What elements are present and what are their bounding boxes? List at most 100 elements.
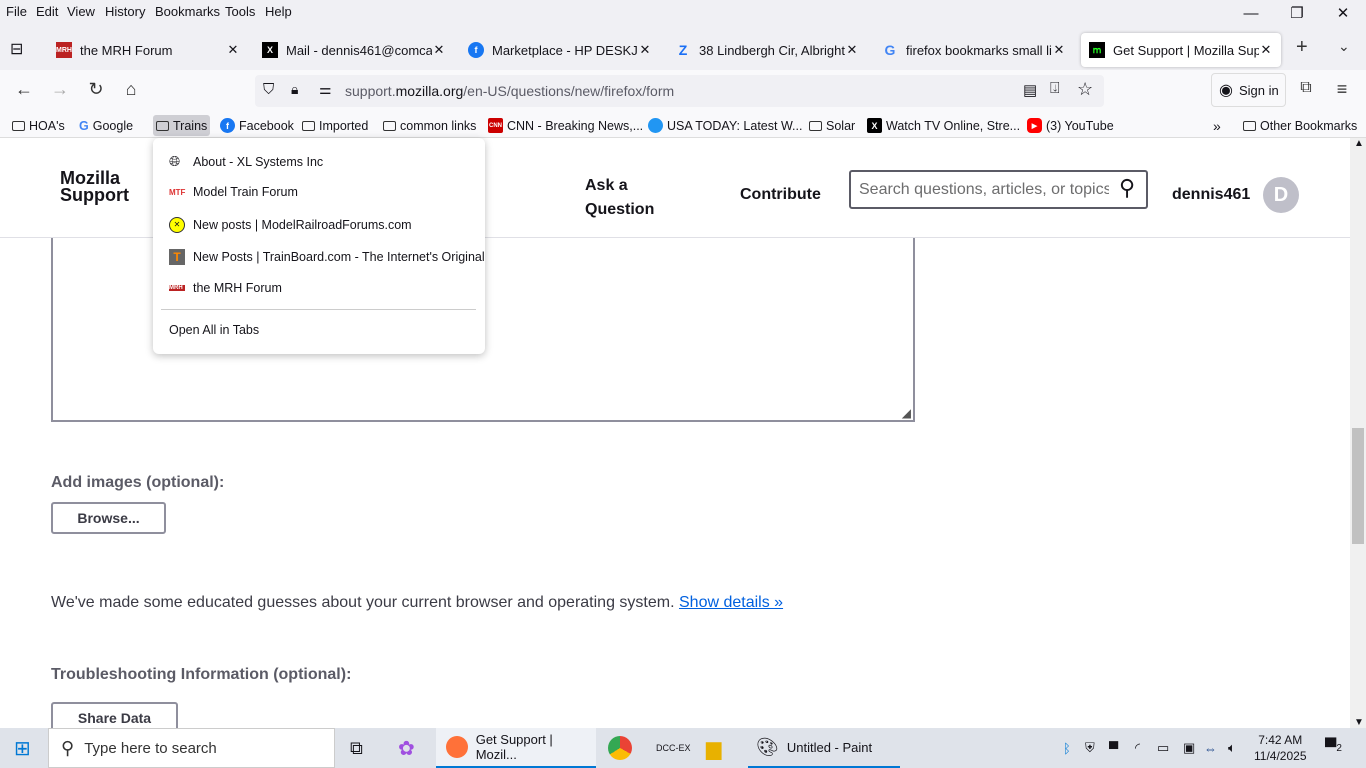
folder-icon	[302, 120, 315, 131]
tab-google[interactable]: Gfirefox bookmarks small list -✕	[874, 33, 1074, 67]
bookmark-cnn[interactable]: CNN CNN - Breaking News,...	[485, 115, 646, 136]
username[interactable]: dennis461	[1172, 186, 1250, 204]
search-icon: ⚲	[61, 737, 75, 758]
more-bookmarks-icon[interactable]: »	[1210, 115, 1224, 136]
save-to-pocket-icon[interactable]: ⍗	[1050, 80, 1060, 98]
taskbar-firefox[interactable]: Get Support | Mozil...	[436, 728, 596, 768]
lock-icon[interactable]: 🔒︎	[291, 81, 298, 98]
restore-button[interactable]: ❐	[1274, 2, 1320, 26]
dropdown-item[interactable]: MRH the MRH Forum	[169, 281, 282, 295]
menu-edit[interactable]: Edit	[36, 4, 58, 19]
hamburger-menu-icon[interactable]: ≡	[1330, 79, 1354, 100]
google-icon: G	[79, 118, 89, 133]
task-view-icon[interactable]: ⧉	[350, 728, 363, 768]
dropdown-item[interactable]: ✕ New posts | ModelRailroadForums.com	[169, 217, 412, 233]
close-tab-icon[interactable]: ✕	[845, 42, 859, 58]
wifi-icon[interactable]: ◜	[1135, 728, 1140, 768]
mozilla-support-logo[interactable]: Mozilla Support	[60, 169, 129, 204]
tab-get-support[interactable]: ⅿGet Support | Mozilla Support✕	[1081, 33, 1281, 67]
x-icon: X	[262, 42, 278, 58]
clock[interactable]: 7:42 AM 11/4/2025	[1254, 728, 1307, 768]
bookmark-google[interactable]: G Google	[76, 115, 136, 136]
tab-zillow[interactable]: Z38 Lindbergh Cir, Albrightsville✕	[667, 33, 867, 67]
forward-icon[interactable]: →	[48, 79, 72, 100]
reload-icon[interactable]: ↻	[84, 79, 108, 100]
file-explorer-icon[interactable]: ▆	[706, 728, 721, 768]
trains-folder-dropdown: 🌐︎ About - XL Systems Inc MTF Model Train …	[153, 138, 485, 354]
taskbar-search[interactable]: ⚲ Type here to search	[48, 728, 335, 768]
scroll-down-icon[interactable]: ▼	[1354, 717, 1364, 728]
reader-view-icon[interactable]: ▤	[1023, 81, 1037, 99]
notifications-icon[interactable]: ▀ 2	[1325, 728, 1342, 768]
close-tab-icon[interactable]: ✕	[1259, 42, 1273, 58]
bookmark-facebook[interactable]: f Facebook	[217, 115, 297, 136]
menu-view[interactable]: View	[67, 4, 95, 19]
bookmark-watch-tv[interactable]: X Watch TV Online, Stre...	[864, 115, 1023, 136]
windows-start-icon[interactable]: ⊞	[14, 728, 31, 768]
bookmark-youtube[interactable]: ▶ (3) YouTube	[1024, 115, 1117, 136]
open-all-in-tabs[interactable]: Open All in Tabs	[169, 323, 259, 337]
bookmark-hoas[interactable]: HOA's	[9, 115, 68, 136]
site-search-input[interactable]: Search questions, articles, or topics ⚲	[849, 170, 1148, 209]
avatar[interactable]: D	[1263, 177, 1299, 213]
tab-mrh[interactable]: MRH the MRH Forum ✕	[48, 33, 248, 67]
menu-bookmarks[interactable]: Bookmarks	[155, 4, 220, 19]
sign-in-button[interactable]: ◉ Sign in	[1211, 73, 1286, 107]
bookmark-usa-today[interactable]: USA TODAY: Latest W...	[645, 115, 805, 136]
other-bookmarks[interactable]: Other Bookmarks	[1240, 115, 1360, 136]
resize-handle-icon[interactable]: ◢	[902, 406, 911, 420]
permissions-icon[interactable]: ⚌	[319, 81, 332, 98]
close-tab-icon[interactable]: ✕	[638, 42, 652, 58]
search-icon[interactable]: ⚲	[1119, 175, 1135, 201]
scrollbar[interactable]: ▲ ▼	[1350, 138, 1366, 728]
tab-mail[interactable]: XMail - dennis461@comcast.net✕	[254, 33, 454, 67]
folder-icon	[809, 120, 822, 131]
new-tab-icon[interactable]: +	[1296, 36, 1308, 59]
menu-file[interactable]: File	[6, 4, 27, 19]
share-data-button[interactable]: Share Data	[51, 702, 178, 728]
copilot-icon[interactable]: ✿	[398, 728, 415, 768]
contribute-link[interactable]: Contribute	[740, 186, 821, 204]
close-tab-icon[interactable]: ✕	[226, 42, 240, 58]
close-tab-icon[interactable]: ✕	[1052, 42, 1066, 58]
tab-list-icon[interactable]: ⊟	[10, 39, 23, 59]
close-window-button[interactable]: ✕	[1320, 2, 1366, 26]
home-icon[interactable]: ⌂	[119, 79, 143, 100]
security-icon[interactable]: ⛨	[1085, 728, 1095, 768]
camera-icon[interactable]: ▣	[1183, 728, 1195, 768]
back-icon[interactable]: ←	[12, 79, 36, 100]
show-details-link[interactable]: Show details »	[679, 594, 783, 611]
scroll-up-icon[interactable]: ▲	[1354, 138, 1364, 149]
close-tab-icon[interactable]: ✕	[432, 42, 446, 58]
menu-history[interactable]: History	[105, 4, 145, 19]
bookmark-star-icon[interactable]: ☆	[1077, 79, 1093, 100]
chevron-down-icon[interactable]: ⌄	[1338, 38, 1350, 55]
teamviewer-icon[interactable]: ⇔	[1204, 728, 1217, 768]
taskbar-paint[interactable]: 🎨︎ Untitled - Paint	[748, 728, 900, 768]
bookmark-common-links[interactable]: common links	[380, 115, 479, 136]
bookmark-folder-trains[interactable]: Trains	[153, 115, 211, 136]
minimize-button[interactable]: —	[1228, 2, 1274, 26]
bookmark-solar[interactable]: Solar	[806, 115, 858, 136]
menu-tools[interactable]: Tools	[225, 4, 255, 19]
shield-icon[interactable]: ⛉	[263, 81, 274, 98]
display-icon[interactable]: ▀	[1109, 728, 1118, 768]
tab-marketplace[interactable]: fMarketplace - HP DESKJET 2✕	[460, 33, 660, 67]
battery-icon[interactable]: ▭	[1157, 728, 1169, 768]
account-icon: ◉	[1219, 82, 1233, 99]
dropdown-item[interactable]: 🌐︎ About - XL Systems Inc	[169, 153, 323, 170]
browse-button[interactable]: Browse...	[51, 502, 166, 534]
extensions-icon[interactable]: ⧉	[1294, 79, 1318, 97]
dropdown-item[interactable]: T New Posts | TrainBoard.com - The Intern…	[169, 249, 485, 265]
bluetooth-icon[interactable]: ᛒ	[1063, 728, 1071, 768]
volume-icon[interactable]: 🔈︎	[1228, 728, 1236, 768]
bookmark-imported[interactable]: Imported	[299, 115, 371, 136]
paint-icon: 🎨︎	[756, 736, 779, 757]
url-bar[interactable]: ⛉ 🔒︎ ⚌ support.mozilla.org/en-US/questio…	[255, 75, 1104, 107]
dropdown-item[interactable]: MTF Model Train Forum	[169, 185, 298, 199]
scrollbar-thumb[interactable]	[1352, 428, 1364, 544]
chrome-icon[interactable]	[608, 728, 632, 768]
menu-help[interactable]: Help	[265, 4, 292, 19]
ask-question-link[interactable]: Ask a Question	[585, 174, 654, 222]
dcc-ex-icon[interactable]: DCC-EX	[656, 728, 691, 768]
